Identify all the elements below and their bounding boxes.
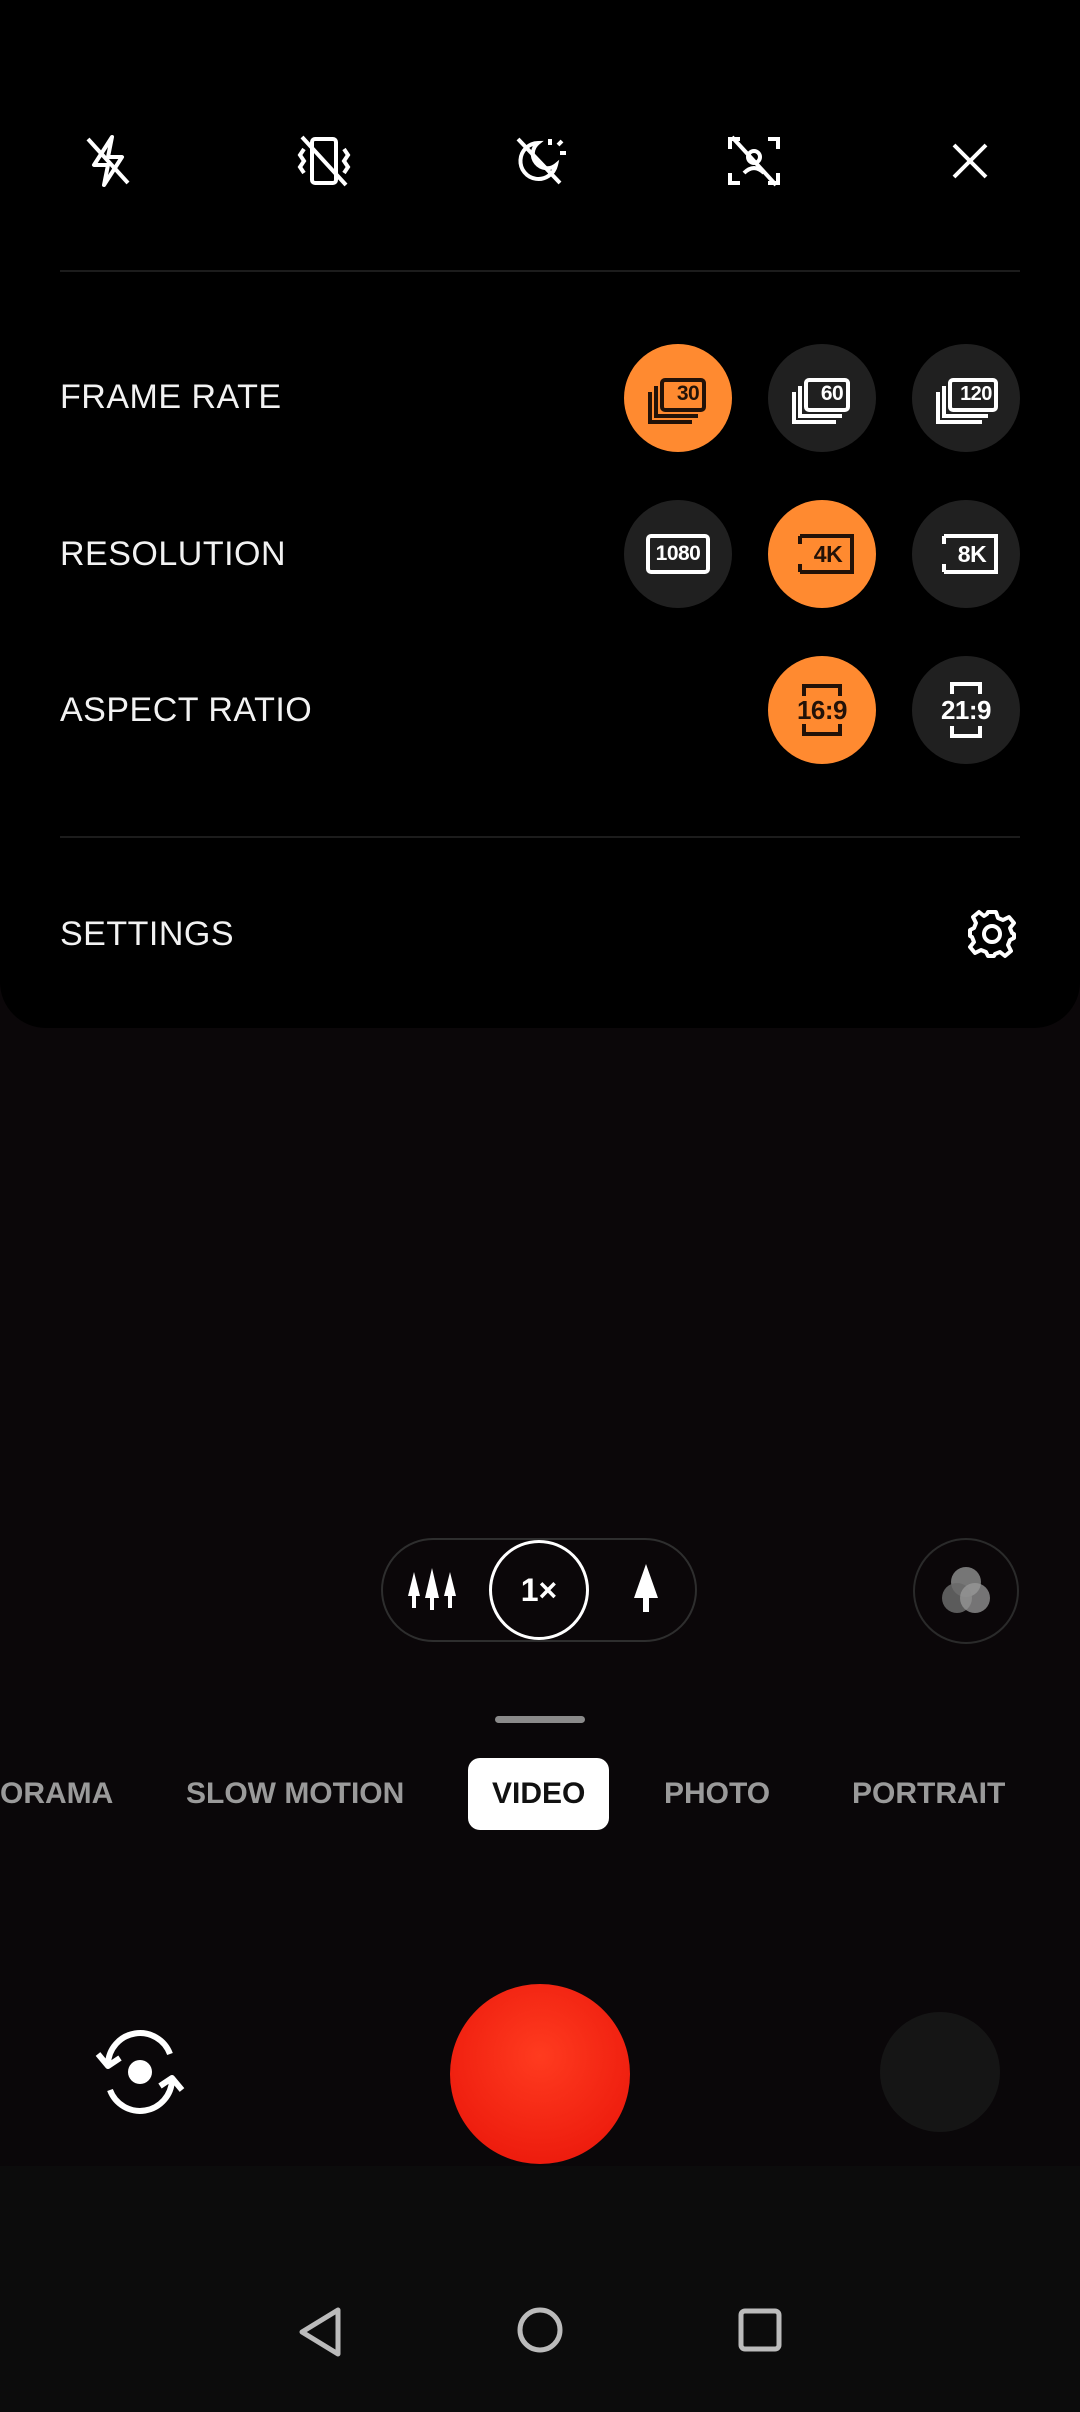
frame-rate-120-text: 120 [960,382,992,405]
resolution-4k-text: 4K [813,540,843,567]
frame-rate-120-button[interactable]: 120 [912,344,1020,452]
vibrate-off-icon[interactable] [284,118,364,204]
gallery-thumbnail[interactable] [880,2012,1000,2132]
home-icon[interactable] [516,2306,564,2359]
divider [60,270,1020,272]
mode-panorama[interactable]: ORAMA [0,1758,113,1830]
back-icon[interactable] [296,2306,344,2363]
resolution-8k-text: 8K [957,540,987,567]
aspect-ratio-label: ASPECT RATIO [60,691,313,729]
mode-video[interactable]: VIDEO [468,1758,610,1830]
resolution-4k-button[interactable]: 4K [768,500,876,608]
aspect-16-9-text: 16:9 [796,694,848,725]
resolution-8k-button[interactable]: 8K [912,500,1020,608]
recents-icon[interactable] [738,2308,782,2357]
frame-rate-30-button[interactable]: 30 [624,344,732,452]
frame-rate-60-button[interactable]: 60 [768,344,876,452]
system-nav-bar [0,2166,1080,2412]
wide-angle-icon[interactable] [406,1568,458,1617]
record-button[interactable] [450,1984,630,2164]
zoom-1x-button[interactable]: 1× [489,1540,589,1640]
camera-settings-panel: FRAME RATE 30 60 120 RESOLUTION 1080 4K [0,0,1080,1028]
aspect-21-9-button[interactable]: 21:9 [912,656,1020,764]
resolution-1080-text: 1080 [655,542,701,565]
resolution-label: RESOLUTION [60,535,287,573]
frame-rate-60-text: 60 [820,382,844,405]
frame-rate-label: FRAME RATE [60,378,282,416]
mode-photo[interactable]: PHOTO [664,1758,770,1830]
filter-button[interactable] [913,1538,1019,1644]
gear-icon[interactable] [966,908,1018,960]
mode-slow-motion[interactable]: SLOW MOTION [186,1758,404,1830]
switch-camera-button[interactable] [92,2024,188,2120]
close-icon[interactable] [930,118,1010,204]
drawer-handle[interactable] [495,1716,585,1723]
mode-portrait[interactable]: PORTRAIT [852,1758,1005,1830]
aspect-21-9-text: 21:9 [940,694,992,725]
telephoto-icon[interactable] [630,1564,662,1619]
filter-icon [942,1567,990,1613]
aspect-16-9-button[interactable]: 16:9 [768,656,876,764]
frame-rate-30-text: 30 [676,382,700,405]
resolution-1080-button[interactable]: 1080 [624,500,732,608]
switch-camera-icon [95,2030,185,2114]
flash-off-icon[interactable] [68,118,148,204]
divider [60,836,1020,838]
focus-off-icon[interactable] [714,118,794,204]
night-mode-off-icon[interactable] [500,118,580,204]
settings-label[interactable]: SETTINGS [60,915,234,954]
